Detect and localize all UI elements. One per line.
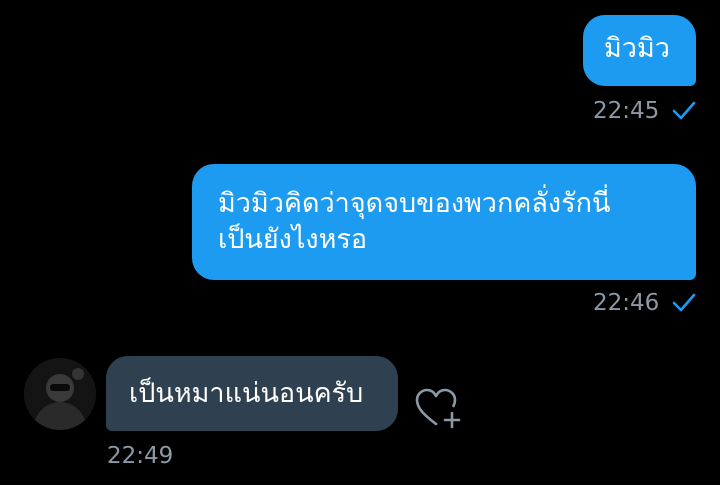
message-bubble-outgoing[interactable]: มิวมิวคิดว่าจุดจบของพวกคลั่งรักนี่ เป็นย… — [192, 164, 696, 280]
message-meta: 22:49 — [107, 442, 173, 470]
message-text: เป็นหมาแน่นอนครับ — [129, 378, 364, 409]
read-check-icon — [672, 293, 696, 312]
message-meta: 22:46 — [593, 289, 697, 317]
message-timestamp: 22:49 — [107, 443, 174, 469]
message-meta: 22:45 — [593, 97, 697, 125]
message-text: มิวมิว — [604, 33, 670, 64]
avatar[interactable] — [24, 358, 96, 430]
message-bubble-incoming[interactable]: เป็นหมาแน่นอนครับ — [106, 356, 398, 431]
read-check-icon — [672, 101, 696, 120]
message-timestamp: 22:46 — [593, 290, 660, 316]
message-text: มิวมิวคิดว่าจุดจบของพวกคลั่งรักนี่ เป็นย… — [218, 188, 611, 255]
avatar-image — [24, 358, 96, 430]
heart-plus-icon[interactable] — [414, 386, 462, 430]
message-bubble-outgoing[interactable]: มิวมิว — [583, 15, 696, 86]
message-timestamp: 22:45 — [593, 98, 660, 124]
